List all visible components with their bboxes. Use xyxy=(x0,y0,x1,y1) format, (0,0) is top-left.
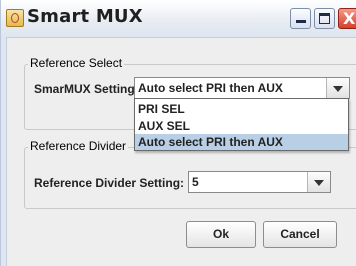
chevron-down-icon[interactable] xyxy=(307,172,330,192)
cancel-button[interactable]: Cancel xyxy=(263,221,337,248)
close-icon: X xyxy=(343,9,356,28)
window-title: Smart MUX xyxy=(27,6,143,27)
app-icon xyxy=(6,9,24,27)
smarmux-setting-dropdown[interactable]: Auto select PRI then AUX xyxy=(134,77,350,99)
maximize-button[interactable] xyxy=(314,8,335,29)
smarmux-options-list: PRI SEL AUX SEL Auto select PRI then AUX xyxy=(134,98,349,151)
reference-select-legend: Reference Select xyxy=(28,56,125,70)
option-auto-select[interactable]: Auto select PRI then AUX xyxy=(135,134,348,150)
smarmux-setting-label: SmarMUX Setting: xyxy=(34,82,139,96)
window-border xyxy=(1,37,7,266)
title-bar[interactable]: Smart MUX X xyxy=(1,0,356,38)
close-button[interactable]: X xyxy=(338,8,356,29)
reference-divider-setting-label: Reference Divider Setting: xyxy=(34,176,185,190)
reference-divider-value: 5 xyxy=(192,175,199,189)
reference-divider-dropdown[interactable]: 5 xyxy=(188,171,331,193)
option-pri-sel[interactable]: PRI SEL xyxy=(135,101,348,117)
reference-divider-legend: Reference Divider xyxy=(28,139,129,153)
option-aux-sel[interactable]: AUX SEL xyxy=(135,118,348,134)
chevron-down-icon[interactable] xyxy=(326,78,349,98)
ok-button[interactable]: Ok xyxy=(186,221,256,248)
maximize-icon xyxy=(319,13,330,24)
minimize-button[interactable] xyxy=(290,8,311,29)
smarmux-setting-value: Auto select PRI then AUX xyxy=(138,81,283,95)
minimize-icon xyxy=(296,20,306,23)
smart-mux-dialog: Smart MUX X Reference Select SmarMUX Set… xyxy=(0,0,356,266)
